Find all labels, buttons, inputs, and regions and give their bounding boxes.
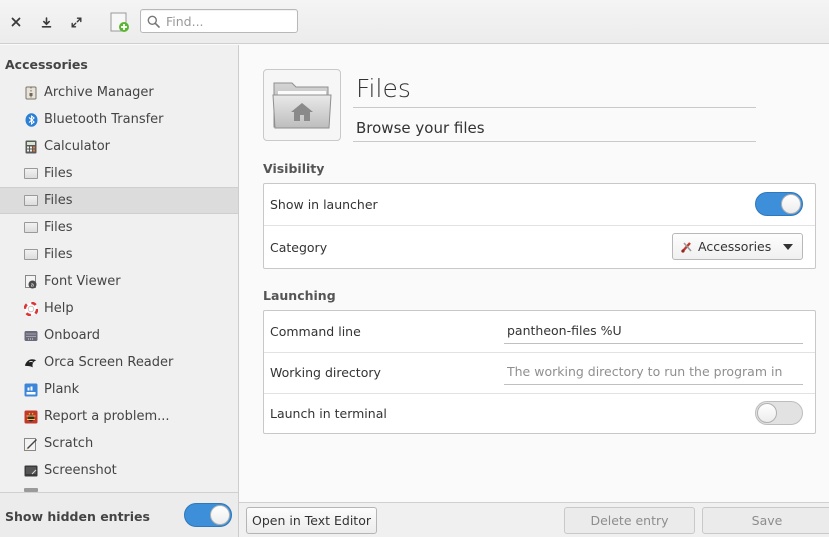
expand-icon[interactable] — [65, 11, 87, 33]
working-directory-field[interactable] — [504, 359, 803, 385]
visibility-section-title: Visibility — [263, 161, 325, 176]
bug-report-icon — [24, 410, 38, 424]
sidebar-item-archive-manager[interactable]: Archive Manager — [0, 79, 238, 106]
sidebar-item-label: Files — [44, 166, 73, 181]
category-value: Accessories — [698, 239, 772, 254]
folder-icon — [24, 248, 38, 262]
app-name-field[interactable]: Files — [353, 72, 756, 108]
sidebar-item-label: Scratch — [44, 436, 94, 451]
sidebar-item-files[interactable]: Files — [0, 160, 238, 187]
sidebar-item-label: Archive Manager — [44, 85, 154, 100]
sidebar-item-label: Report a problem... — [44, 409, 170, 424]
sidebar-item-label: Help — [44, 301, 74, 316]
show-hidden-toggle[interactable] — [184, 503, 232, 527]
working-directory-row: Working directory — [264, 352, 815, 393]
sidebar-item-label: Plank — [44, 382, 80, 397]
sidebar-item-onboard[interactable]: Onboard — [0, 322, 238, 349]
sidebar-item-label: Bluetooth Transfer — [44, 112, 164, 127]
folder-icon — [24, 194, 38, 208]
font-icon: a — [24, 274, 38, 289]
sidebar: Accessories Archive Manager Bluetooth Tr… — [0, 45, 238, 492]
sidebar-item-label: Files — [44, 247, 73, 262]
working-directory-input[interactable] — [507, 364, 803, 379]
category-row: Category Accessories — [264, 226, 815, 268]
launching-section-title: Launching — [263, 288, 336, 303]
command-line-field[interactable] — [504, 318, 803, 344]
keyboard-icon — [24, 329, 38, 343]
download-icon[interactable] — [35, 11, 57, 33]
calculator-icon — [24, 140, 38, 154]
sidebar-divider — [238, 45, 239, 537]
open-in-text-editor-button[interactable]: Open in Text Editor — [246, 507, 377, 534]
sidebar-item-plank[interactable]: Plank — [0, 376, 238, 403]
scratch-icon — [24, 437, 38, 451]
delete-entry-button[interactable]: Delete entry — [564, 507, 695, 534]
launch-in-terminal-row: Launch in terminal — [264, 393, 815, 434]
sidebar-footer: Show hidden entries — [0, 492, 238, 537]
toggle-knob — [210, 505, 230, 525]
app-comment-field[interactable]: Browse your files — [353, 113, 756, 142]
sidebar-item-help[interactable]: Help — [0, 295, 238, 322]
sidebar-item-screenshot[interactable]: Screenshot — [0, 457, 238, 484]
sidebar-item-label: Calculator — [44, 139, 111, 154]
launch-in-terminal-label: Launch in terminal — [270, 406, 387, 421]
show-in-launcher-label: Show in launcher — [270, 197, 378, 212]
search-box[interactable] — [140, 9, 298, 33]
sidebar-item-label: Font Viewer — [44, 274, 121, 289]
toggle-knob — [757, 403, 777, 423]
folder-home-icon — [272, 82, 332, 129]
sidebar-item-label: Screenshot — [44, 463, 117, 478]
sidebar-item-bluetooth-transfer[interactable]: Bluetooth Transfer — [0, 106, 238, 133]
sidebar-item-report-problem[interactable]: Report a problem... — [0, 403, 238, 430]
sidebar-item-orca[interactable]: Orca Screen Reader — [0, 349, 238, 376]
orca-icon — [24, 356, 38, 370]
sidebar-item-calculator[interactable]: Calculator — [0, 133, 238, 160]
sidebar-item-font-viewer[interactable]: a Font Viewer — [0, 268, 238, 295]
screenshot-icon — [24, 464, 38, 478]
show-in-launcher-row: Show in launcher — [264, 184, 815, 225]
sidebar-header: Accessories — [5, 57, 88, 72]
launch-in-terminal-toggle[interactable] — [755, 401, 803, 425]
folder-icon — [24, 221, 38, 235]
svg-text:a: a — [30, 282, 33, 288]
command-line-row: Command line — [264, 311, 815, 352]
sidebar-item-label: Orca Screen Reader — [44, 355, 174, 370]
working-directory-label: Working directory — [270, 365, 381, 380]
category-label: Category — [270, 239, 328, 255]
command-line-input[interactable] — [507, 323, 803, 338]
accessories-icon — [681, 241, 692, 253]
bluetooth-icon — [24, 112, 38, 127]
folder-icon — [24, 167, 38, 181]
toggle-knob — [781, 194, 801, 214]
sidebar-item-label: Files — [44, 220, 73, 235]
help-icon — [24, 301, 38, 316]
launching-group: Command line Working directory Launch in… — [263, 310, 816, 434]
dropdown-arrow-icon — [783, 244, 793, 250]
archive-icon — [24, 86, 38, 100]
save-button[interactable]: Save — [702, 507, 829, 534]
search-icon — [147, 15, 160, 28]
sidebar-item-label: Files — [44, 193, 73, 208]
visibility-group: Show in launcher Category Accessories — [263, 183, 816, 269]
new-document-icon[interactable] — [106, 11, 132, 33]
app-icon[interactable] — [263, 69, 341, 141]
close-icon[interactable] — [5, 11, 27, 33]
show-in-launcher-toggle[interactable] — [755, 192, 803, 216]
sidebar-item-scratch[interactable]: Scratch — [0, 430, 238, 457]
sidebar-item-files-selected[interactable]: Files — [0, 187, 238, 214]
sidebar-item-files[interactable]: Files — [0, 214, 238, 241]
sidebar-item-label: Onboard — [44, 328, 101, 343]
search-input[interactable] — [166, 13, 286, 29]
plank-icon — [24, 383, 38, 397]
sidebar-item-files[interactable]: Files — [0, 241, 238, 268]
category-select[interactable]: Accessories — [672, 233, 803, 260]
header-bar — [0, 0, 829, 44]
command-line-label: Command line — [270, 324, 361, 339]
show-hidden-label: Show hidden entries — [5, 509, 150, 524]
